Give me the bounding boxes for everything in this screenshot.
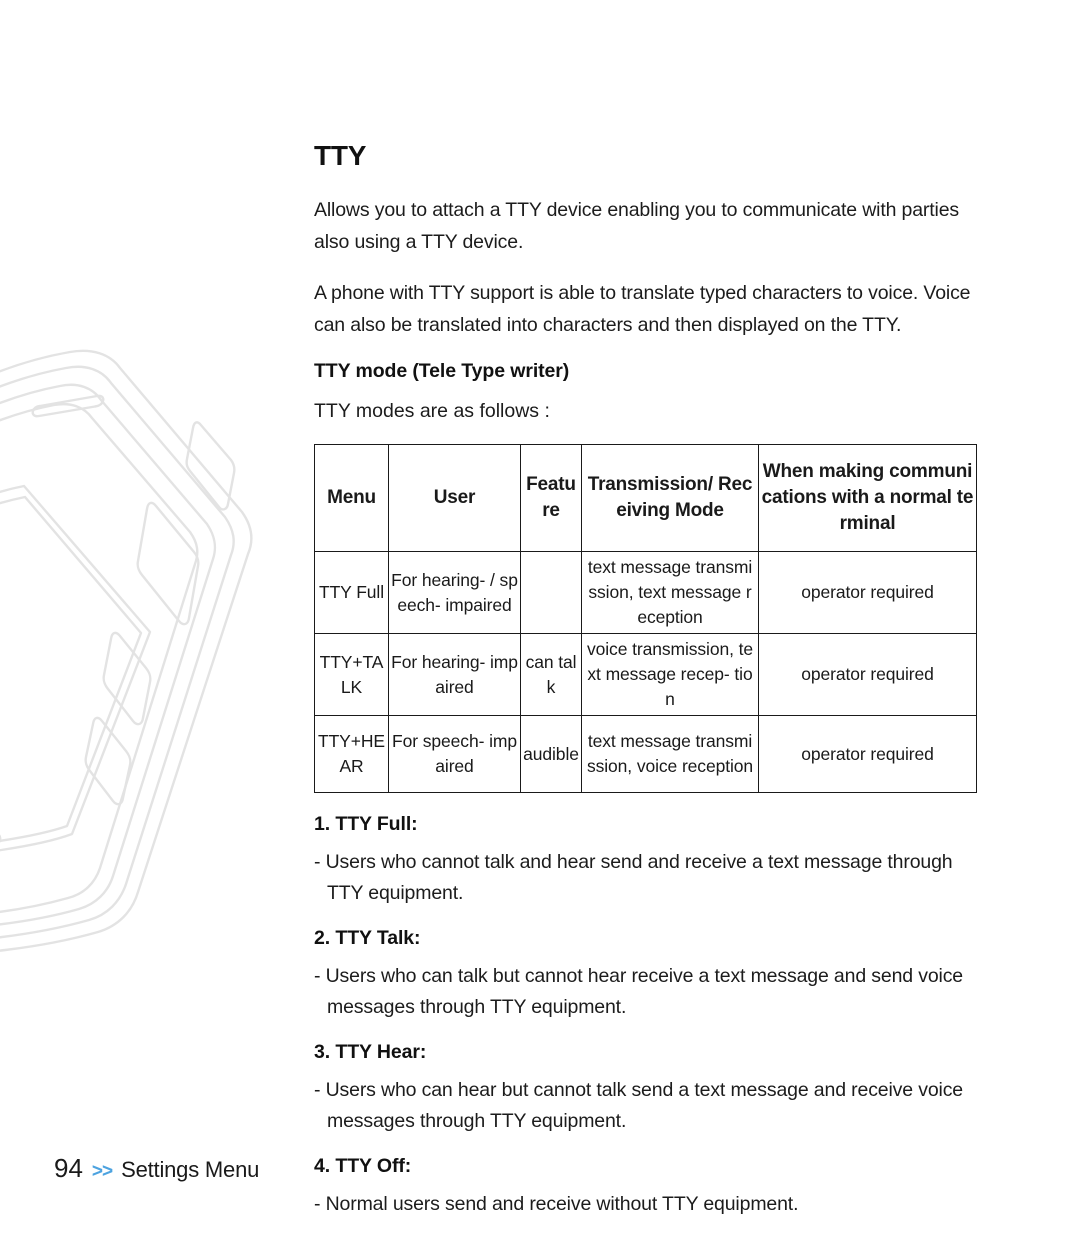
cell-user: For speech- impaired	[388, 715, 521, 793]
mode-body-tty-hear: - Users who can hear but cannot talk sen…	[314, 1079, 964, 1132]
cell-menu: TTY Full	[314, 551, 389, 634]
table-row: TTY+HEAR For speech- impaired audible te…	[314, 715, 977, 793]
mode-body-tty-talk: - Users who can talk but cannot hear rec…	[314, 965, 964, 1018]
cell-when-making: operator required	[758, 551, 977, 634]
table-header-transmission: Transmission/ Receiving Mode	[581, 444, 759, 552]
cell-menu: TTY+HEAR	[314, 715, 389, 793]
tty-modes-lead-in: TTY modes are as follows :	[314, 400, 550, 422]
cell-feature: can talk	[520, 633, 582, 716]
cell-transmission: text message transmission, voice recepti…	[581, 715, 759, 793]
mode-heading-tty-hear: 3. TTY Hear:	[314, 1041, 427, 1063]
table-row: TTY Full For hearing- / speech- impaired…	[314, 551, 977, 634]
table-header-feature: Feature	[520, 444, 582, 552]
page-number: 94	[54, 1153, 83, 1183]
page-footer: 94 >> Settings Menu	[54, 1153, 259, 1184]
intro-paragraph-1: Allows you to attach a TTY device enabli…	[314, 199, 960, 253]
mode-heading-tty-full: 1. TTY Full:	[314, 813, 418, 835]
cell-transmission: voice transmission, text message recep- …	[581, 633, 759, 716]
table-header-user: User	[388, 444, 521, 552]
double-chevron-right-icon: >>	[91, 1161, 113, 1182]
mode-body-tty-off: - Normal users send and receive without …	[314, 1193, 799, 1215]
mode-heading-tty-off: 4. TTY Off:	[314, 1155, 412, 1177]
cell-when-making: operator required	[758, 715, 977, 793]
tty-mode-subheading: TTY mode (Tele Type writer)	[314, 360, 570, 382]
cell-feature: audible	[520, 715, 582, 793]
table-header-menu: Menu	[314, 444, 389, 552]
cell-user: For hearing- / speech- impaired	[388, 551, 521, 634]
table-header-when-making: When making communications with a normal…	[758, 444, 977, 552]
mode-body-tty-full: - Users who cannot talk and hear send an…	[314, 851, 953, 904]
cell-when-making: operator required	[758, 633, 977, 716]
page-content: TTY Allows you to attach a TTY device en…	[314, 140, 978, 1220]
table-row: TTY+TALK For hearing- impaired can talk …	[314, 633, 977, 716]
mode-heading-tty-talk: 2. TTY Talk:	[314, 927, 421, 949]
footer-section-name: Settings Menu	[121, 1157, 260, 1182]
cell-feature	[520, 551, 582, 634]
phone-illustration-watermark	[0, 349, 253, 952]
cell-user: For hearing- impaired	[388, 633, 521, 716]
cell-transmission: text message transmission, text message …	[581, 551, 759, 634]
intro-paragraph-2: A phone with TTY support is able to tran…	[314, 282, 971, 336]
cell-menu: TTY+TALK	[314, 633, 389, 716]
table-header-row: Menu User Feature Transmission/ Receivin…	[314, 444, 977, 552]
page-title: TTY	[314, 140, 367, 171]
tty-modes-table: Menu User Feature Transmission/ Receivin…	[314, 444, 977, 793]
